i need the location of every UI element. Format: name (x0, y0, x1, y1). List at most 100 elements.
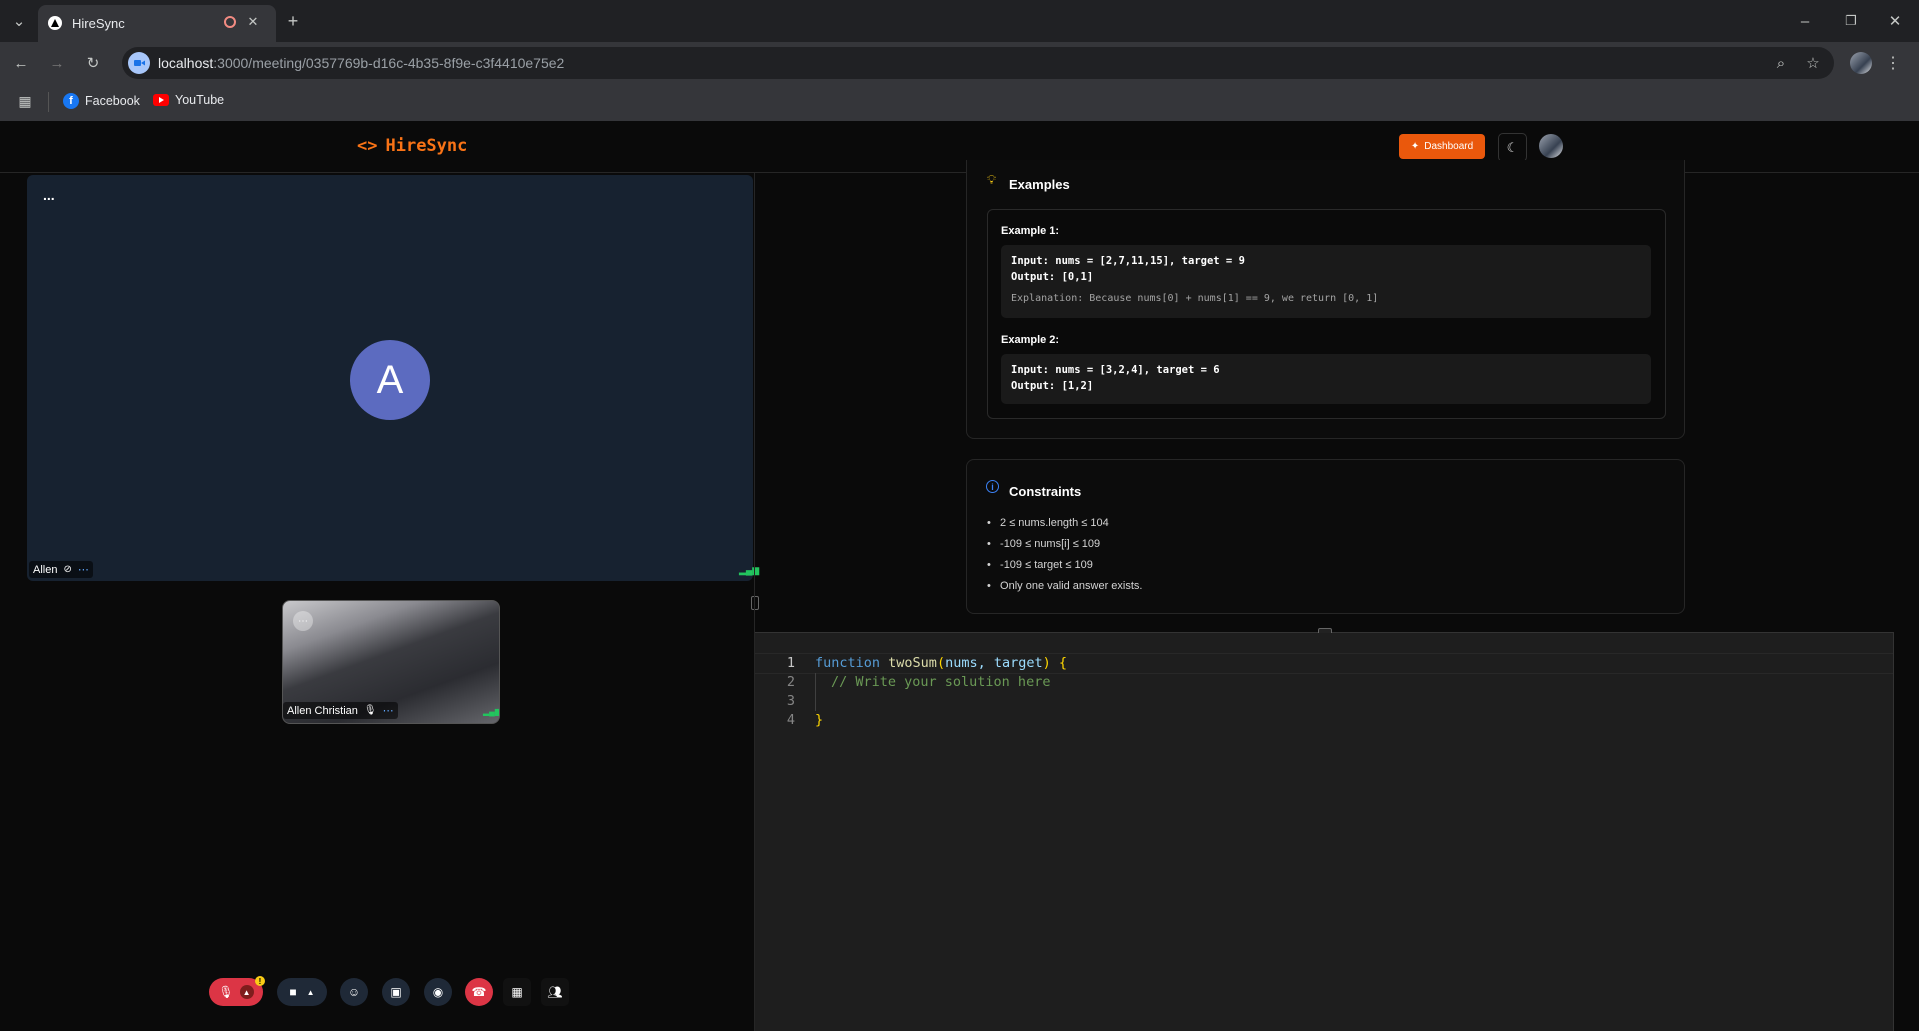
self-more-icon[interactable]: ⋯ (383, 704, 394, 717)
participant-avatar: A (350, 340, 430, 420)
example-1-label: Example 1: (1001, 225, 1060, 237)
leave-call-button[interactable]: ☎ (465, 978, 493, 1006)
self-participant-label: Allen Christian 🎙︎ ⋯ (283, 702, 398, 719)
youtube-icon (153, 94, 169, 106)
constraint-item: • -109 ≤ nums[i] ≤ 109 (987, 538, 1101, 550)
example-1-block: Input: nums = [2,7,11,15], target = 9 Ou… (1001, 245, 1651, 318)
forward-icon[interactable]: → (46, 52, 68, 74)
camera-toggle-button[interactable]: ■ ▲ (277, 978, 327, 1006)
constraint-item: • 2 ≤ nums.length ≤ 104 (987, 517, 1109, 529)
keyword-token: function (815, 655, 881, 671)
params-token: nums, target (945, 655, 1043, 671)
bookmark-youtube-label: YouTube (175, 93, 225, 107)
brace-token: } (815, 712, 824, 728)
browser-tab[interactable]: HireSync ✕ (38, 5, 276, 42)
line-number: 1 (786, 655, 795, 671)
constraints-list: • 2 ≤ nums.length ≤ 104 • -109 ≤ nums[i]… (987, 517, 1142, 601)
example-2-input: Input: nums = [3,2,4], target = 6 (1011, 364, 1220, 376)
back-icon[interactable]: ← (10, 52, 32, 74)
browser-tab-bar: ⌄ HireSync ✕ + – ❐ ✕ (0, 0, 1919, 42)
code-line-2: 2 // Write your solution here (755, 673, 1655, 692)
restore-window-icon[interactable]: ❐ (1840, 10, 1862, 32)
bookmark-youtube[interactable]: YouTube (153, 93, 224, 107)
video-camera-icon: ■ (289, 985, 297, 999)
example-2-block: Input: nums = [3,2,4], target = 6 Output… (1001, 354, 1651, 404)
resize-handle-vertical[interactable] (751, 596, 759, 610)
code-line-3: 3 (755, 692, 1655, 711)
participant-more-icon[interactable]: ⋯ (78, 563, 89, 576)
minimize-window-icon[interactable]: – (1794, 10, 1816, 32)
facebook-icon: f (63, 93, 79, 109)
bookmark-facebook[interactable]: f Facebook (63, 93, 140, 109)
example-2-label: Example 2: (1001, 334, 1060, 346)
paren-token: ( (936, 655, 946, 671)
profile-avatar[interactable] (1850, 52, 1872, 74)
code-brackets-icon: <> (357, 136, 378, 156)
self-video-tile: ⋯ Allen Christian 🎙︎ ⋯ ▂▄▆ (282, 600, 500, 724)
layout-button[interactable]: ▦ (503, 978, 531, 1006)
mic-options-chevron-icon[interactable]: ▲ (239, 985, 254, 999)
bookmark-facebook-label: Facebook (85, 94, 140, 108)
info-icon: i (986, 480, 999, 493)
site-info-icon[interactable] (128, 52, 150, 74)
participants-icon: 👥︎ (547, 985, 563, 999)
tile-options-button[interactable]: ... (43, 187, 55, 203)
mic-off-icon: 🎙︎ (218, 985, 234, 999)
line-number: 3 (786, 693, 795, 709)
constraint-item: • Only one valid answer exists. (987, 580, 1143, 592)
tab-search-chevron-icon[interactable]: ⌄ (8, 10, 30, 32)
tab-title: HireSync (72, 16, 125, 31)
comment-token: // Write your solution here (831, 674, 1051, 690)
editor-scrollbar[interactable] (1893, 633, 1894, 1031)
brand-logo[interactable]: <> HireSync (357, 136, 467, 156)
theme-toggle-button[interactable]: ☾ (1498, 133, 1527, 162)
function-name-token: twoSum (888, 655, 937, 671)
record-button[interactable]: ◉ (424, 978, 452, 1006)
main-participant-label: Allen ⊘ ⋯ (29, 561, 93, 578)
constraints-card: i Constraints • 2 ≤ nums.length ≤ 104 • … (966, 459, 1685, 614)
editor-lines: 1 function twoSum(nums, target) { 2 // Wri… (755, 654, 1655, 730)
self-tile-options-button[interactable]: ⋯ (293, 611, 313, 631)
dashboard-label: Dashboard (1424, 141, 1474, 152)
self-network-icon: ▂▄▆ (483, 707, 500, 716)
layout-grid-icon: ▦ (511, 985, 523, 999)
participants-button[interactable]: 👥︎ (541, 978, 569, 1006)
mic-muted-icon: 🎙︎ (363, 705, 377, 716)
camera-options-chevron-icon[interactable]: ▲ (307, 988, 315, 997)
screen-share-button[interactable]: ▣ (382, 978, 410, 1006)
hang-up-icon: ☎ (471, 985, 487, 999)
examples-list: Example 1: Input: nums = [2,7,11,15], ta… (987, 209, 1666, 419)
zoom-icon[interactable]: ⌕ (1770, 52, 1792, 74)
network-quality-icon: ▂▄▆ (739, 565, 760, 575)
examples-card: 💡︎ Examples Example 1: Input: nums = [2,… (966, 160, 1685, 439)
browser-menu-icon[interactable]: ⋮ (1885, 52, 1901, 74)
bookmarks-bar: ▦ f Facebook YouTube (0, 84, 1919, 122)
example-1-output: Output: [0,1] (1011, 271, 1094, 283)
moon-icon: ☾ (1506, 139, 1519, 155)
main-participant-name: Allen (33, 563, 58, 576)
lightbulb-icon: 💡︎ (987, 172, 997, 187)
constraint-item: • -109 ≤ target ≤ 109 (987, 559, 1093, 571)
new-tab-icon[interactable]: + (282, 10, 304, 32)
user-avatar[interactable] (1539, 134, 1563, 158)
sparkle-icon: ✦ (1410, 141, 1420, 152)
line-number: 2 (786, 674, 795, 690)
bookmarks-divider (48, 92, 49, 112)
record-icon: ◉ (432, 985, 444, 999)
code-line-4: 4} (755, 711, 1655, 730)
screen-share-icon: ▣ (390, 985, 402, 999)
url-text: localhost:3000/meeting/0357769b-d16c-4b3… (158, 55, 565, 71)
bookmark-star-icon[interactable]: ☆ (1802, 52, 1824, 74)
self-participant-name: Allen Christian (287, 704, 358, 717)
camera-off-icon: ⊘ (63, 564, 72, 575)
recording-indicator-icon (224, 16, 236, 28)
reactions-button[interactable]: ☺ (340, 978, 368, 1006)
apps-grid-icon[interactable]: ▦ (16, 92, 34, 110)
address-bar[interactable]: localhost:3000/meeting/0357769b-d16c-4b3… (122, 47, 1834, 79)
close-tab-icon[interactable]: ✕ (244, 13, 262, 31)
reload-icon[interactable]: ↻ (82, 52, 104, 74)
code-editor[interactable]: 1 function twoSum(nums, target) { 2 // Wri… (755, 633, 1894, 1031)
code-line-1: 1 function twoSum(nums, target) { (755, 654, 1655, 673)
close-window-icon[interactable]: ✕ (1884, 10, 1906, 32)
dashboard-button[interactable]: ✦ Dashboard (1399, 134, 1485, 159)
